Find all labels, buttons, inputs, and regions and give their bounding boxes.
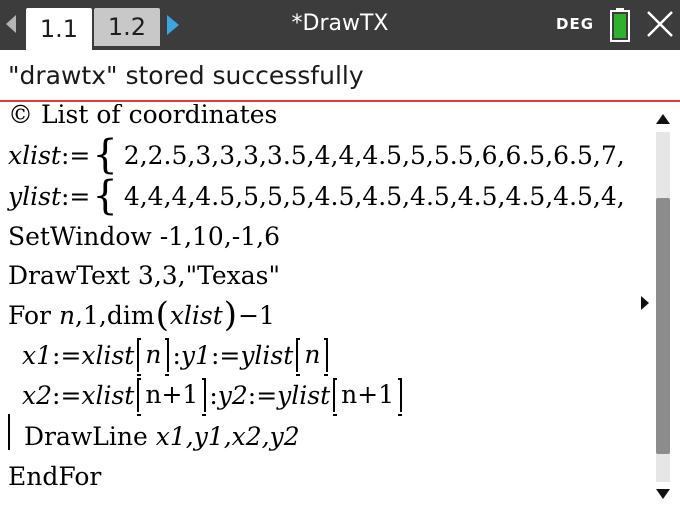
close-paren-icon: ) (223, 295, 238, 335)
separator: : (172, 340, 181, 370)
open-brace-icon: { (92, 173, 118, 219)
ylist-ref: ylist (240, 340, 294, 370)
drawline-line[interactable]: DrawLine x1,y1,x2,y2 (24, 416, 300, 456)
x2-y2-assignment-line[interactable]: x2 := xlist n+1 : y2 := ylist n+1 (22, 375, 405, 416)
x1-y1-assignment-line[interactable]: x1 := xlist n : y1 := ylist n (22, 335, 331, 376)
y1-variable: y1 (180, 340, 211, 370)
ylist-assignment-line[interactable]: ylist := { 4,4,4,4.5,5,5,5,4.5,4.5,4.5,4… (8, 176, 625, 216)
stored-message: "drawtx" stored successfully (8, 60, 364, 90)
setwindow-line[interactable]: SetWindow -1,10,-1,6 (8, 216, 280, 256)
ylist-ref: ylist (277, 380, 331, 410)
scrollbar-thumb[interactable] (656, 198, 670, 454)
open-paren-icon: ( (155, 295, 169, 335)
xlist-variable: xlist (8, 140, 61, 170)
message-line: "drawtx" stored successfully (0, 50, 680, 102)
scroll-up-arrow-icon[interactable] (656, 114, 670, 124)
drawtext-text: DrawText 3,3,"Texas" (8, 260, 280, 290)
xlist-ref: xlist (81, 380, 135, 410)
x1-variable: x1 (22, 340, 53, 370)
text-cursor (8, 414, 10, 450)
drawline-arguments: x1,y1,x2,y2 (155, 421, 300, 451)
assign-operator: := (210, 340, 241, 370)
angle-mode-indicator: DEG (556, 15, 595, 33)
program-editor[interactable]: © List of coordinates xlist := { 2,2.5,3… (0, 104, 650, 510)
separator: : (209, 380, 218, 410)
endfor-line[interactable]: EndFor (8, 456, 101, 496)
drawline-keyword: DrawLine (24, 421, 148, 451)
xlist-assignment-line[interactable]: xlist := { 2,2.5,3,3,3,3.5,4,4,4.5,5,5.5… (8, 135, 625, 175)
y2-variable: y2 (217, 380, 248, 410)
close-icon[interactable] (645, 9, 675, 39)
index-n: n (296, 338, 329, 376)
top-bar: 1.1 1.2 *DrawTX DEG (0, 0, 680, 50)
tab-page-1-2[interactable]: 1.2 (94, 8, 160, 46)
tab-scroll-left-icon[interactable] (6, 15, 16, 33)
assign-operator: := (247, 380, 278, 410)
ylist-variable: ylist (8, 181, 61, 211)
tab-page-1-1[interactable]: 1.1 (26, 8, 92, 50)
xlist-values: 2,2.5,3,3,3,3.5,4,4,4.5,5,5.5,6,6.5,6.5,… (123, 140, 625, 170)
x2-variable: x2 (22, 380, 53, 410)
document-title: *DrawTX (291, 11, 389, 36)
for-dim-argument: xlist (169, 300, 223, 330)
index-n-plus-1: n+1 (333, 378, 403, 416)
for-range-end: −1 (238, 300, 275, 330)
ylist-values: 4,4,4,4.5,5,5,5,4.5,4.5,4.5,4.5,4.5,4.5,… (123, 181, 625, 211)
for-line[interactable]: For n ,1,dim ( xlist ) −1 (8, 295, 275, 335)
assign-operator: := (61, 181, 91, 211)
index-n: n (137, 338, 170, 376)
scroll-right-arrow-icon[interactable] (641, 296, 649, 310)
comment-text: © List of coordinates (8, 104, 278, 129)
index-n-plus-1: n+1 (137, 378, 207, 416)
xlist-ref: xlist (81, 340, 135, 370)
assign-operator: := (60, 140, 91, 170)
tab-scroll-right-icon[interactable] (167, 15, 179, 35)
assign-operator: := (52, 340, 82, 370)
assign-operator: := (52, 380, 82, 410)
scroll-down-arrow-icon[interactable] (656, 489, 670, 499)
for-variable: n (58, 300, 76, 330)
for-keyword: For (8, 300, 51, 330)
comment-line[interactable]: © List of coordinates (8, 104, 277, 134)
for-range: ,1,dim (75, 300, 155, 330)
setwindow-text: SetWindow -1,10,-1,6 (8, 221, 280, 251)
endfor-keyword: EndFor (8, 461, 102, 491)
battery-icon (610, 8, 630, 42)
drawtext-line[interactable]: DrawText 3,3,"Texas" (8, 255, 280, 295)
open-brace-icon: { (92, 132, 118, 178)
